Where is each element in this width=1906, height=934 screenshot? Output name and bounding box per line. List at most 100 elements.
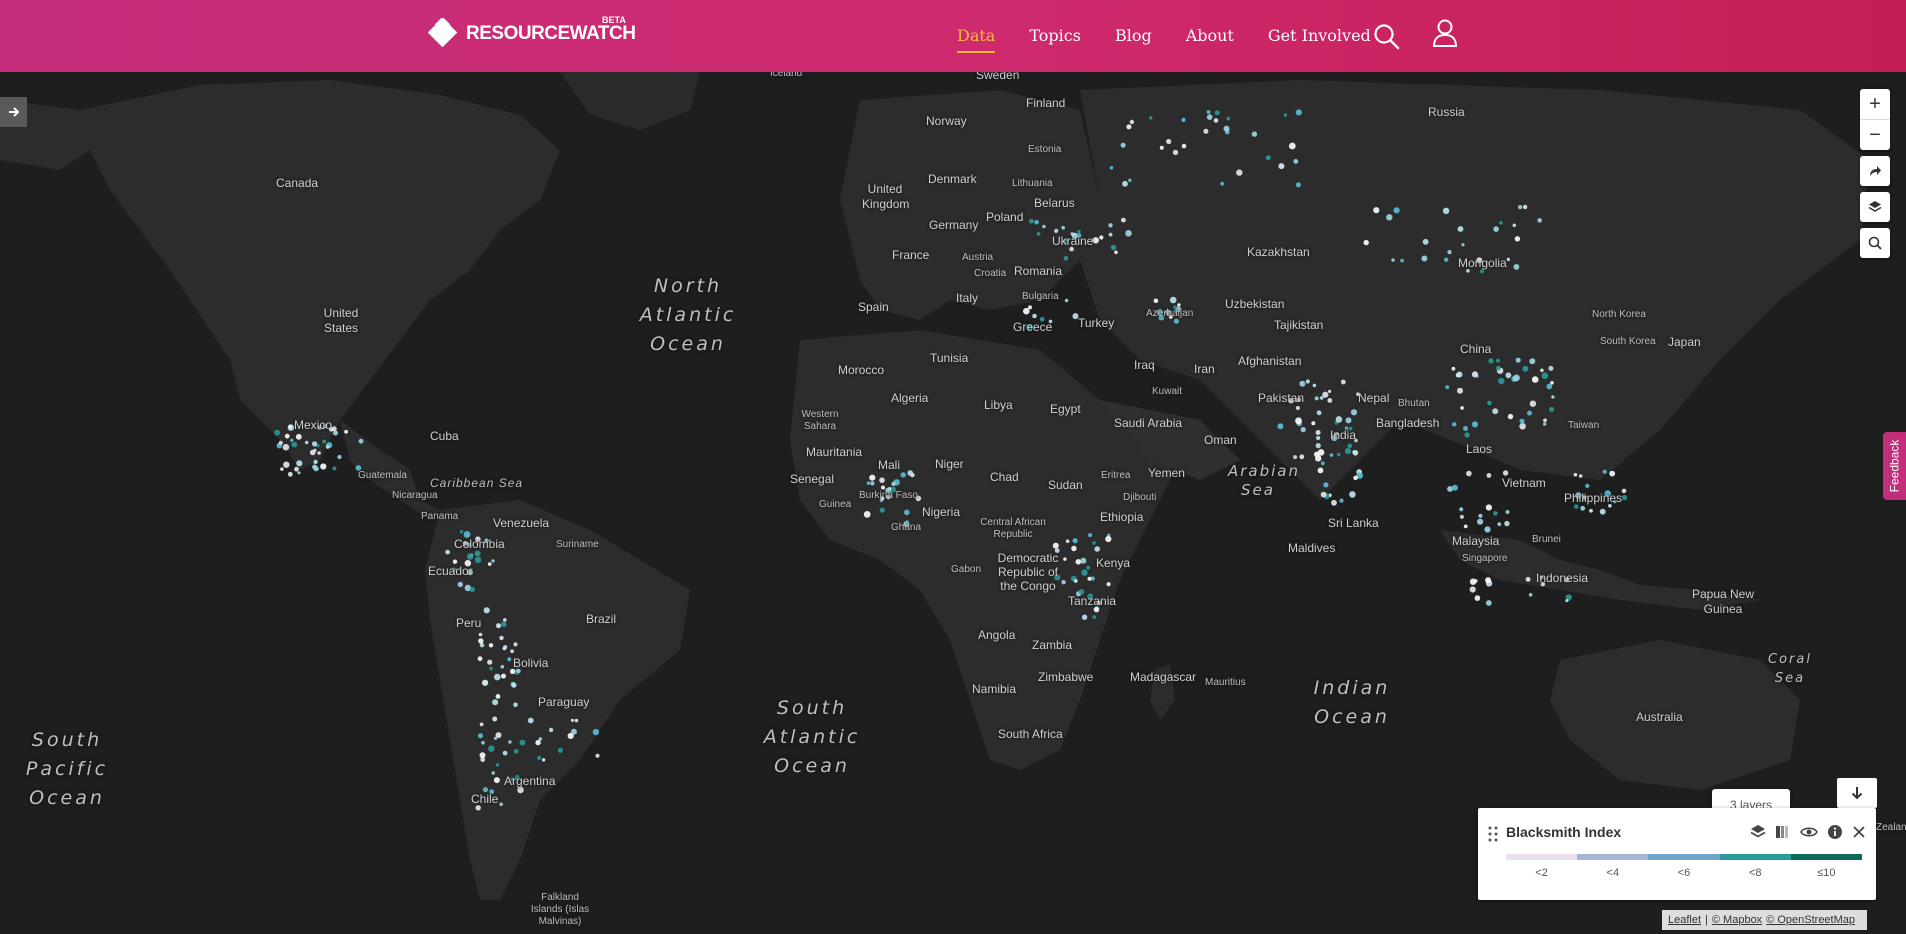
site-marker[interactable] [1028,305,1032,310]
site-marker[interactable] [481,741,485,745]
site-marker[interactable] [1548,365,1554,371]
site-marker[interactable] [1541,372,1549,380]
site-marker[interactable] [1460,406,1464,410]
map-search-button[interactable] [1860,228,1890,258]
site-marker[interactable] [1220,181,1225,186]
site-marker[interactable] [492,716,498,722]
user-icon[interactable] [1432,18,1458,53]
site-marker[interactable] [879,477,885,484]
site-marker[interactable] [1505,510,1510,514]
site-marker[interactable] [542,758,546,762]
site-marker[interactable] [494,673,501,681]
site-marker[interactable] [1471,371,1479,378]
site-marker[interactable] [445,549,450,555]
site-marker[interactable] [1580,505,1586,511]
site-marker[interactable] [513,642,518,647]
site-marker[interactable] [1181,143,1187,149]
site-marker[interactable] [1081,569,1088,576]
site-marker[interactable] [548,727,554,733]
site-marker[interactable] [1492,408,1499,415]
site-marker[interactable] [1312,383,1317,388]
site-marker[interactable] [1316,410,1322,416]
site-marker[interactable] [1422,238,1429,245]
site-marker[interactable] [1529,358,1536,365]
site-marker[interactable] [1169,296,1177,304]
site-marker[interactable] [1471,421,1479,428]
site-marker[interactable] [1042,224,1046,229]
site-marker[interactable] [1464,432,1470,438]
site-marker[interactable] [1502,470,1509,476]
site-marker[interactable] [513,749,519,754]
site-marker[interactable] [1265,155,1271,161]
site-marker[interactable] [487,659,493,665]
site-marker[interactable] [1513,374,1520,382]
site-marker[interactable] [1345,417,1352,424]
nav-blog[interactable]: Blog [1115,26,1152,45]
site-marker[interactable] [482,679,489,686]
site-marker[interactable] [869,474,876,481]
site-marker[interactable] [1349,491,1356,498]
site-marker[interactable] [1073,579,1078,583]
site-marker[interactable] [291,441,298,448]
site-marker[interactable] [297,471,301,475]
site-marker[interactable] [501,621,507,628]
site-marker[interactable] [1513,264,1520,270]
site-marker[interactable] [332,430,339,436]
site-marker[interactable] [1077,230,1081,234]
site-marker[interactable] [1065,539,1070,543]
site-marker[interactable] [503,618,507,622]
site-marker[interactable] [1574,504,1579,509]
site-marker[interactable] [283,461,290,468]
site-marker[interactable] [870,481,875,486]
site-marker[interactable] [1329,453,1334,457]
site-marker[interactable] [1457,226,1464,232]
site-marker[interactable] [1317,467,1324,474]
site-marker[interactable] [1315,443,1321,449]
site-marker[interactable] [358,438,364,444]
site-marker[interactable] [305,440,309,445]
site-marker[interactable] [508,740,512,744]
site-marker[interactable] [879,507,885,513]
feedback-tab[interactable]: Feedback [1883,432,1906,500]
site-marker[interactable] [332,466,337,471]
site-marker[interactable] [1206,114,1213,120]
site-marker[interactable] [1293,455,1298,460]
site-marker[interactable] [1075,559,1082,565]
site-marker[interactable] [1087,576,1092,581]
site-marker[interactable] [904,509,910,516]
info-icon[interactable] [1827,824,1843,845]
layers-icon[interactable] [1750,824,1766,845]
site-marker[interactable] [1573,473,1578,477]
site-marker[interactable] [1447,250,1452,255]
close-icon[interactable] [1852,825,1866,844]
site-marker[interactable] [1525,576,1531,582]
site-marker[interactable] [1373,207,1380,214]
site-marker[interactable] [1459,514,1464,519]
site-marker[interactable] [1421,255,1428,262]
site-marker[interactable] [519,739,526,746]
site-marker[interactable] [1337,452,1341,457]
site-marker[interactable] [1507,413,1514,420]
site-marker[interactable] [1126,124,1132,130]
site-marker[interactable] [483,607,490,614]
site-marker[interactable] [900,472,906,478]
site-marker[interactable] [1609,470,1616,477]
legend-collapse-button[interactable] [1837,778,1877,808]
share-button[interactable] [1860,156,1890,186]
nav-data[interactable]: Data [957,26,996,53]
site-marker[interactable] [1457,387,1463,394]
site-marker[interactable] [1340,379,1346,385]
site-marker[interactable] [1323,482,1329,488]
site-marker[interactable] [1295,406,1300,410]
site-marker[interactable] [1081,614,1088,620]
site-marker[interactable] [1537,218,1542,223]
site-marker[interactable] [474,556,482,564]
site-marker[interactable] [1485,577,1492,584]
site-marker[interactable] [492,699,499,706]
site-marker[interactable] [1578,474,1583,478]
site-marker[interactable] [1477,518,1484,525]
site-marker[interactable] [1086,565,1091,570]
site-marker[interactable] [1088,533,1093,538]
site-marker[interactable] [278,440,283,445]
site-marker[interactable] [1295,182,1301,188]
